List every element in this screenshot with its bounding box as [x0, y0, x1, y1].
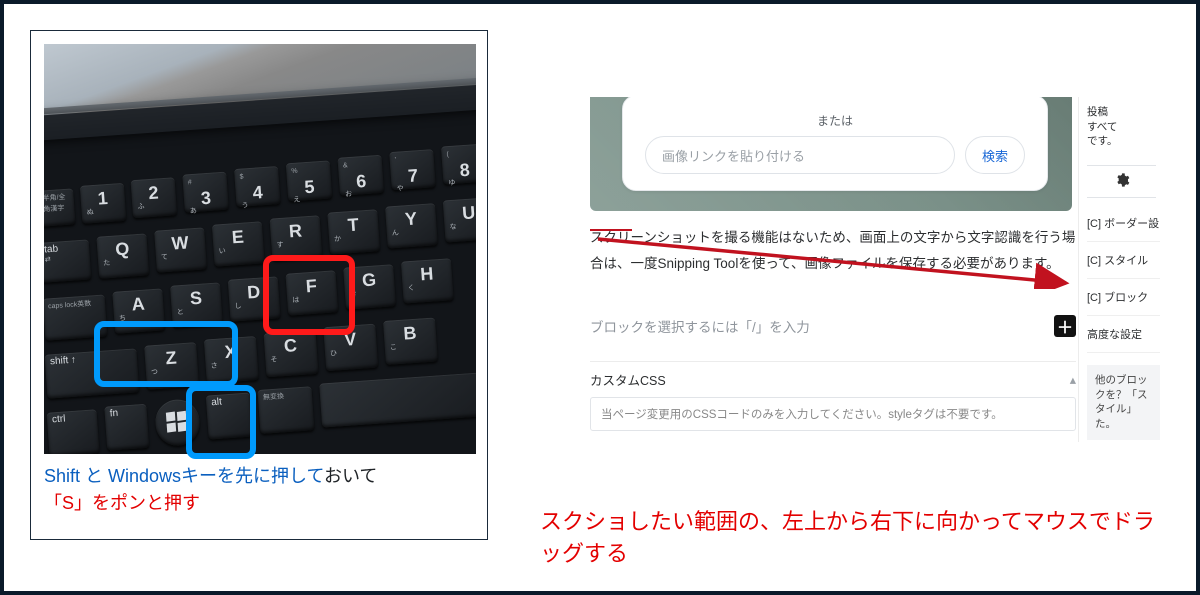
chevron-up-icon: ▴ [1070, 372, 1076, 387]
key-r: Rす [270, 215, 323, 260]
key-6: &6お [337, 155, 384, 196]
search-button[interactable]: 検索 [965, 136, 1025, 174]
key-b: Bこ [383, 317, 438, 365]
key-muhenkan: 無変換 [257, 386, 314, 434]
sidebar-settings-row[interactable] [1087, 165, 1156, 198]
key-2: 2ふ [131, 177, 178, 218]
sidebar-top-note: 投稿 すべて です。 [1087, 105, 1160, 149]
custom-css-textarea[interactable]: 当ページ変更用のCSSコードのみを入力してください。styleタグは不要です。 [590, 397, 1076, 431]
key-1: 1ぬ [80, 183, 127, 224]
key-windows [154, 398, 201, 447]
key-f: Fは [285, 270, 338, 315]
key-d: Dし [228, 276, 281, 321]
left-panel: 半角/全角漢字 1ぬ 2ふ #3あ $4う %5え &6お '7や (8ゆ ta… [30, 30, 488, 540]
key-alt: alt [206, 393, 253, 440]
editor-screenshot: または 画像リンクを貼り付ける 検索 スクリーンショットを撮る機能はないため、画… [554, 97, 1164, 442]
key-space [319, 372, 476, 428]
key-x: Xさ [204, 336, 259, 384]
image-link-input[interactable]: 画像リンクを貼り付ける [645, 136, 955, 174]
key-s: Sと [170, 282, 223, 327]
image-link-placeholder: 画像リンクを貼り付ける [662, 146, 805, 165]
keyboard-photo: 半角/全角漢字 1ぬ 2ふ #3あ $4う %5え &6お '7や (8ゆ ta… [44, 44, 476, 454]
key-ctrl: ctrl [47, 409, 100, 454]
key-u: Uな [443, 197, 476, 242]
paragraph-text: スクリーンショットを撮る機能はないため、画面上の文字から文字認識を行う場合は、一… [590, 225, 1076, 278]
key-capslock: caps lock英数 [44, 294, 107, 340]
key-e: Eい [212, 221, 265, 266]
sidebar-item-advanced[interactable]: 高度な設定 [1087, 316, 1160, 353]
sidebar-item-block[interactable]: [C] ブロック [1087, 279, 1160, 316]
windows-icon [166, 411, 189, 434]
key-3: #3あ [182, 172, 229, 213]
left-caption: Shift と Windowsキーを先に押しておいて 「S」をポンと押す [44, 463, 474, 517]
key-5: %5え [286, 160, 333, 201]
key-g: Gき [343, 264, 396, 309]
editor-main: または 画像リンクを貼り付ける 検索 スクリーンショットを撮る機能はないため、画… [554, 97, 1078, 442]
key-shift: shift ↑ [45, 348, 140, 398]
block-placeholder[interactable]: ブロックを選択するには「/」を入力 [590, 316, 1054, 336]
key-t: Tか [327, 209, 380, 254]
editor-sidebar: 投稿 すべて です。 [C] ボーダー設 [C] スタイル [C] ブロック 高… [1078, 97, 1164, 442]
key-hankaku: 半角/全角漢字 [44, 188, 75, 226]
sidebar-item-border[interactable]: [C] ボーダー設 [1087, 205, 1160, 242]
key-7: '7や [389, 149, 436, 190]
custom-css-header[interactable]: カスタムCSS ▴ [590, 361, 1076, 397]
key-h: Hく [401, 258, 454, 303]
key-w: Wて [154, 227, 207, 272]
key-z: Zつ [144, 342, 199, 390]
key-q: Qた [96, 233, 149, 278]
sidebar-item-style[interactable]: [C] スタイル [1087, 242, 1160, 279]
key-y: Yん [385, 203, 438, 248]
sidebar-bottom-note: 他のブロックを？「スタイル」た。 [1087, 365, 1160, 440]
key-4: $4う [234, 166, 281, 207]
add-block-button[interactable]: ＋ [1054, 315, 1076, 337]
key-a: Aち [112, 288, 165, 333]
key-8: (8ゆ [441, 144, 476, 185]
gear-icon [1114, 172, 1130, 188]
key-fn: fn [104, 404, 149, 451]
sidebar-list: [C] ボーダー設 [C] スタイル [C] ブロック 高度な設定 [1087, 205, 1160, 353]
key-v: Vひ [323, 324, 378, 372]
image-upload-card: または 画像リンクを貼り付ける 検索 [622, 97, 1048, 191]
key-tab: tab⇄ [44, 239, 91, 282]
right-caption: スクショしたい範囲の、左上から右下に向かってマウスでドラッグする [540, 506, 1176, 570]
key-c: Cそ [264, 330, 319, 378]
card-or-label: または [623, 112, 1047, 129]
